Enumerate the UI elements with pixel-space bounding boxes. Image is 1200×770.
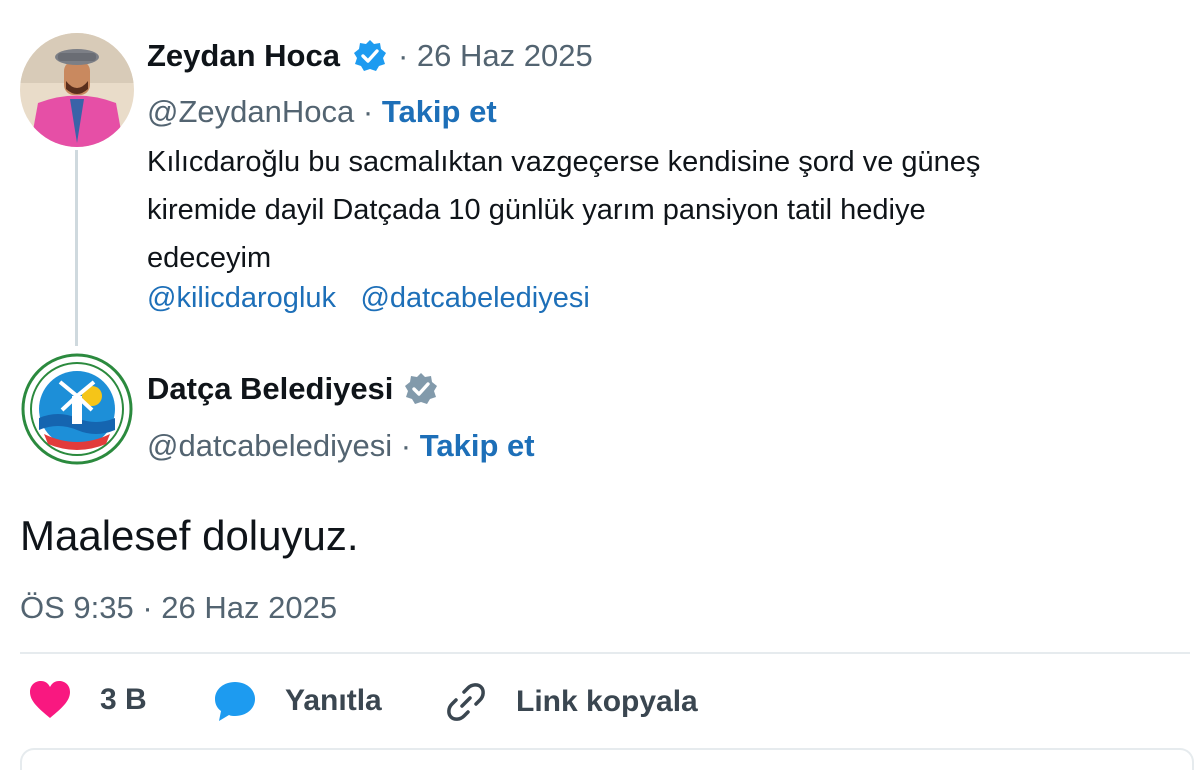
reply-author-handle[interactable]: @datcabelediyesi · — [147, 428, 411, 463]
verified-badge-icon — [403, 371, 439, 407]
tweet-date[interactable]: · 26 Haz 2025 — [398, 38, 593, 74]
tweet-text-line: Kılıcdaroğlu bu sacmalıktan vazgeçerse k… — [147, 146, 981, 178]
like-count: 3 B — [100, 683, 147, 716]
mention-datcabelediyesi[interactable]: @datcabelediyesi — [360, 282, 589, 314]
tweet-text-line: edeceyim — [147, 242, 272, 274]
reply-button[interactable]: Yanıtla — [213, 680, 382, 722]
reply-timestamp[interactable]: ÖS 9:35 · 26 Haz 2025 — [20, 590, 337, 626]
divider — [20, 652, 1190, 654]
like-button[interactable]: 3 B — [28, 680, 147, 720]
follow-button-datca[interactable]: Takip et — [420, 428, 535, 463]
reply-author-name[interactable]: Datça Belediyesi — [147, 371, 393, 407]
reply-label: Yanıtla — [285, 684, 382, 717]
follow-button-zeydan[interactable]: Takip et — [382, 94, 497, 129]
tweet-text: Kılıcdaroğlu bu sacmalıktan vazgeçerse k… — [147, 138, 1192, 282]
tweet-text-line: kiremide dayil Datçada 10 günlük yarım p… — [147, 194, 926, 226]
zeydan-avatar[interactable] — [20, 33, 134, 147]
tweet-author-handle[interactable]: @ZeydanHoca · — [147, 94, 373, 129]
verified-badge-icon — [352, 38, 388, 74]
speech-bubble-icon — [213, 680, 257, 722]
reply-text: Maalesef doluyuz. — [20, 512, 359, 559]
datca-logo-image — [21, 353, 133, 465]
thread-connector-line — [75, 150, 78, 346]
copy-link-button[interactable]: Link kopyala — [444, 680, 698, 724]
copy-link-label: Link kopyala — [516, 685, 698, 718]
datca-avatar[interactable] — [20, 352, 134, 466]
zeydan-avatar-image — [20, 33, 134, 147]
tweet-author-name[interactable]: Zeydan Hoca — [147, 38, 340, 74]
link-icon — [444, 680, 488, 724]
bottom-box-edge — [20, 748, 1194, 770]
heart-icon — [28, 680, 72, 720]
mention-kilicdarogluk[interactable]: @kilicdarogluk — [147, 282, 336, 314]
